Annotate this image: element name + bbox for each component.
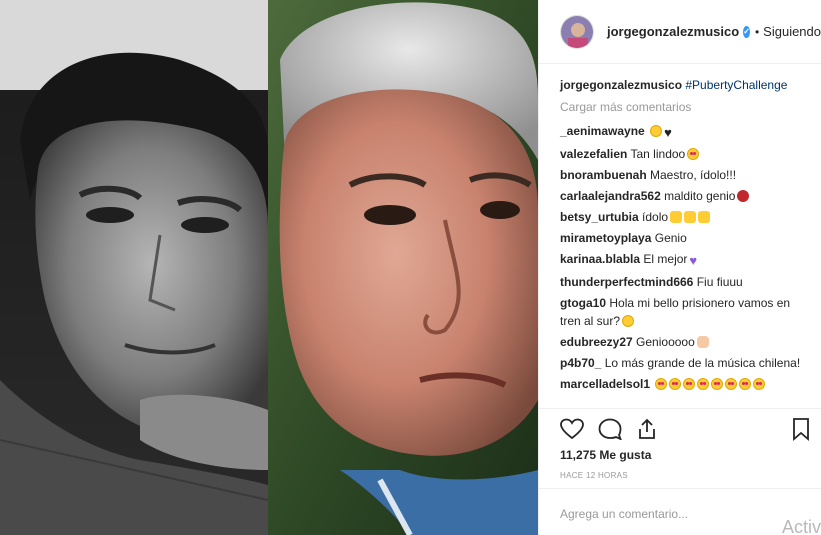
heart-eyes-emoji-icon — [697, 378, 710, 390]
bookmark-icon[interactable] — [791, 417, 811, 441]
caption: jorgegonzalezmusico #PubertyChallenge — [560, 76, 803, 94]
heart-eyes-emoji-icon — [669, 378, 682, 390]
comment-item: _aenimawayne ♥ — [560, 122, 803, 142]
post-timestamp: HACE 12 HORAS — [560, 471, 628, 480]
comment-username[interactable]: betsy_urtubia — [560, 210, 639, 224]
comment-username[interactable]: edubreezy27 — [560, 335, 633, 349]
comment-text: Tan lindoo — [630, 147, 686, 161]
clap-emoji-icon — [684, 211, 697, 223]
heart-purple-emoji-icon: ♥ — [689, 253, 698, 268]
devil-emoji-icon — [737, 190, 750, 202]
hand-emoji-icon — [696, 336, 709, 348]
clap-emoji-icon — [670, 211, 683, 223]
comment-text: Maestro, ídolo!!! — [650, 168, 737, 182]
comment-username[interactable]: marcelladelsol1 — [560, 377, 650, 391]
comment-item: betsy_urtubia ídolo — [560, 208, 803, 226]
verified-badge-icon: ✓ — [743, 25, 750, 38]
comment-item: thunderperfectmind666 Fiu fiuuu — [560, 273, 803, 291]
post-header: jorgegonzalezmusico ✓ • Siguiendo — [539, 0, 821, 64]
smile-emoji-icon — [650, 125, 663, 137]
comment-username[interactable]: gtoga10 — [560, 296, 606, 310]
right-color-portrait — [268, 0, 538, 535]
comment-username[interactable]: p4b70_ — [560, 356, 601, 370]
heart-black-emoji-icon: ♥ — [664, 125, 672, 140]
clap-emoji-icon — [698, 211, 711, 223]
action-bar — [560, 414, 811, 444]
separator-dot: • — [754, 24, 760, 39]
avatar[interactable] — [560, 14, 594, 49]
comment-item: valezefalien Tan lindoo — [560, 145, 803, 163]
comments-list: jorgegonzalezmusico #PubertyChallenge Ca… — [539, 64, 821, 410]
heart-eyes-emoji-icon — [687, 148, 700, 160]
heart-eyes-emoji-icon — [725, 378, 738, 390]
windows-activation-watermark: Activ — [781, 517, 821, 535]
comment-input[interactable] — [560, 507, 780, 521]
comment-username[interactable]: valezefalien — [560, 147, 627, 161]
comment-box — [539, 488, 821, 535]
comment-username[interactable]: thunderperfectmind666 — [560, 275, 693, 289]
comment-item: gtoga10 Hola mi bello prisionero vamos e… — [560, 294, 803, 330]
comment-icon[interactable] — [598, 418, 622, 440]
likes-label: Me gusta — [599, 448, 652, 462]
left-bw-portrait — [0, 0, 269, 535]
comment-username[interactable]: carlaalejandra562 — [560, 189, 661, 203]
comment-username[interactable]: mirametoyplaya — [560, 231, 651, 245]
comment-username[interactable]: bnorambuenah — [560, 168, 647, 182]
comment-text: Fiu fiuuu — [696, 275, 743, 289]
comment-rows: _aenimawayne ♥ valezefalien Tan lindoo bno… — [560, 122, 803, 393]
comment-username[interactable]: _aenimawayne — [560, 124, 645, 138]
comment-text: El mejor — [643, 252, 688, 266]
heart-eyes-emoji-icon — [739, 378, 752, 390]
caption-hashtag[interactable]: #PubertyChallenge — [685, 78, 787, 92]
heart-eyes-emoji-icon — [683, 378, 696, 390]
comment-item: p4b70_ Lo más grande de la música chilen… — [560, 354, 803, 372]
kiss-emoji-icon — [622, 315, 635, 327]
heart-icon[interactable] — [560, 418, 584, 440]
post-photo[interactable] — [0, 0, 538, 535]
comment-item: carlaalejandra562 maldito genio — [560, 187, 803, 205]
post-sidebar: jorgegonzalezmusico ✓ • Siguiendo jorgeg… — [538, 0, 821, 535]
header-username[interactable]: jorgegonzalezmusico — [607, 24, 739, 39]
heart-eyes-emoji-icon — [711, 378, 724, 390]
comment-item: mirametoyplaya Genio — [560, 229, 803, 247]
heart-eyes-emoji-icon — [655, 378, 668, 390]
comment-text: ídolo — [642, 210, 669, 224]
comment-text: maldito genio — [664, 189, 736, 203]
comment-item: edubreezy27 Geniooooo — [560, 333, 803, 351]
likes-number: 11,275 — [560, 448, 597, 462]
comment-item: bnorambuenah Maestro, ídolo!!! — [560, 166, 803, 184]
likes-count[interactable]: 11,275 Me gusta — [560, 448, 651, 462]
share-icon[interactable] — [636, 418, 658, 440]
comment-text: Genio — [654, 231, 687, 245]
comment-item: karinaa.blabla El mejor ♥ — [560, 250, 803, 270]
heart-eyes-emoji-icon — [753, 378, 766, 390]
load-more-comments-link[interactable]: Cargar más comentarios — [560, 100, 803, 114]
divider — [539, 408, 821, 409]
comment-username[interactable]: karinaa.blabla — [560, 252, 640, 266]
comment-item: marcelladelsol1 — [560, 375, 803, 393]
post-image — [0, 0, 538, 535]
comment-text: Lo más grande de la música chilena! — [604, 356, 801, 370]
comment-text: Geniooooo — [636, 335, 695, 349]
follow-status-button[interactable]: Siguiendo — [763, 24, 821, 39]
caption-username[interactable]: jorgegonzalezmusico — [560, 78, 682, 92]
